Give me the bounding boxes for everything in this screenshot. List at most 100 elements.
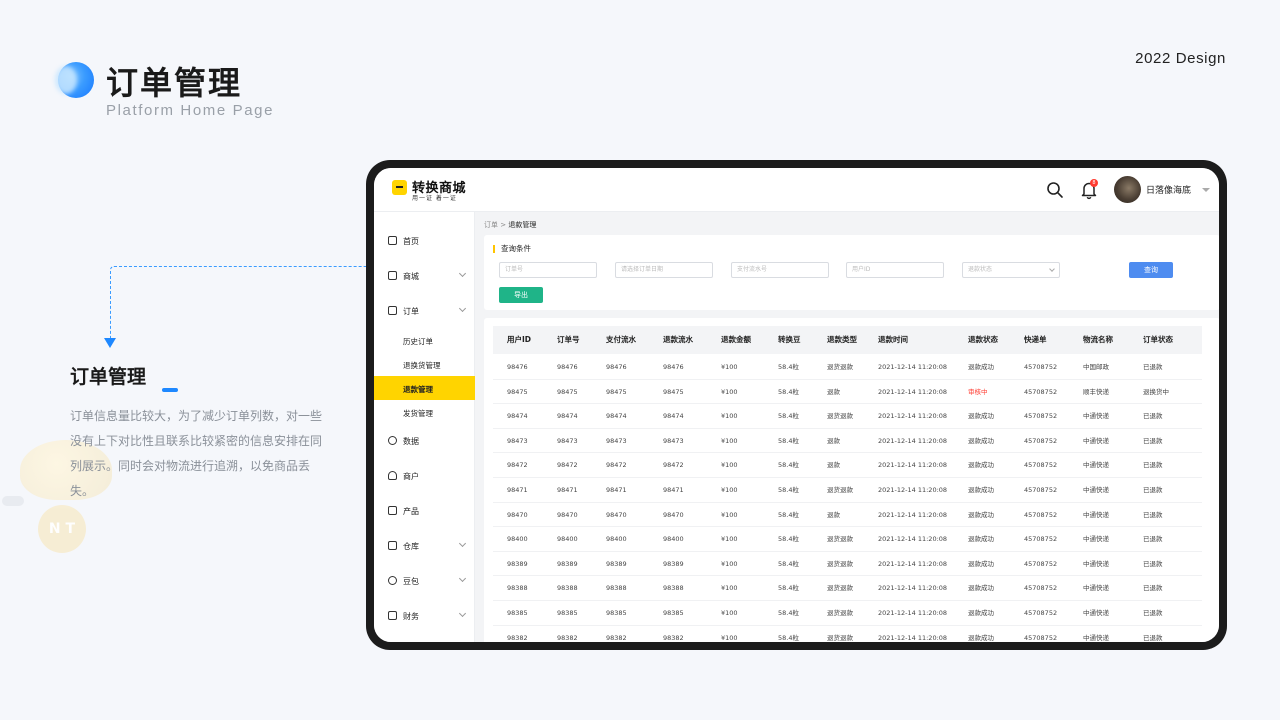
sidebar-item-label: 财务 bbox=[403, 612, 419, 621]
bean-icon bbox=[388, 576, 397, 585]
sidebar-subitem-shipping[interactable]: 发货管理 bbox=[374, 400, 475, 424]
cell-order-status: 已退款 bbox=[1143, 535, 1163, 544]
order-number-input[interactable]: 订单号 bbox=[499, 262, 597, 278]
cell-refund-time: 2021-12-14 11:20:08 bbox=[878, 609, 948, 617]
cell-payment-serial: 98400 bbox=[606, 535, 627, 544]
query-button[interactable]: 查询 bbox=[1129, 262, 1173, 278]
sidebar-item-warehouse[interactable]: 仓库 bbox=[374, 534, 475, 558]
cell-payment-serial: 98474 bbox=[606, 412, 627, 421]
cell-refund-status: 退款成功 bbox=[968, 609, 994, 617]
sidebar-subitem-returns[interactable]: 退换货管理 bbox=[374, 352, 475, 376]
chevron-down-icon[interactable] bbox=[1202, 188, 1210, 192]
cell-bean-amount: 58.4粒 bbox=[778, 535, 799, 544]
table-row[interactable]: 98470 98470 98470 98470 ¥100 58.4粒 退款 2021-12-1… bbox=[493, 503, 1202, 528]
logo-slogan: 用一证 着一证 bbox=[412, 195, 457, 202]
cell-order-number: 98385 bbox=[557, 609, 578, 617]
sidebar-item-orders[interactable]: 订单 bbox=[374, 299, 475, 323]
search-icon[interactable] bbox=[1046, 181, 1064, 199]
sidebar-item-merchant[interactable]: 商户 bbox=[374, 464, 475, 488]
table-row[interactable]: 98476 98476 98476 98476 ¥100 58.4粒 退货退款 2021-12… bbox=[493, 355, 1202, 380]
cell-refund-amount: ¥100 bbox=[721, 461, 738, 470]
finance-icon bbox=[388, 611, 397, 620]
table-row[interactable]: 98400 98400 98400 98400 ¥100 58.4粒 退货退款 2021-12… bbox=[493, 527, 1202, 552]
cell-refund-time: 2021-12-14 11:20:08 bbox=[878, 436, 948, 445]
column-header-carrier-name: 物流名称 bbox=[1083, 335, 1113, 344]
column-header-user-id: 用户ID bbox=[507, 335, 532, 344]
sidebar-subitem-label: 历史订单 bbox=[403, 337, 433, 346]
cell-refund-serial: 98473 bbox=[663, 436, 684, 445]
cell-refund-time: 2021-12-14 11:20:08 bbox=[878, 363, 948, 371]
cell-payment-serial: 98472 bbox=[606, 461, 627, 470]
table-header: 用户ID 订单号 支付流水 退款流水 退款金额 转换豆 退款类型 退款时间 退款状态 快递单 物流名… bbox=[493, 326, 1202, 354]
sidebar-subitem-refunds[interactable]: 退款管理 bbox=[374, 376, 475, 400]
filter-panel: 查询条件 订单号 请选择订单日期 支付流水号 用户ID 退款状态 查询 导出 bbox=[484, 235, 1219, 310]
cell-carrier-name: 中通快递 bbox=[1083, 609, 1109, 617]
payment-serial-input[interactable]: 支付流水号 bbox=[731, 262, 829, 278]
table-row[interactable]: 98388 98388 98388 98388 ¥100 58.4粒 退货退款 2021-12… bbox=[493, 576, 1202, 601]
merchant-icon bbox=[388, 471, 397, 480]
cell-user-id: 98471 bbox=[507, 486, 528, 494]
user-name[interactable]: 日落像海底 bbox=[1146, 183, 1191, 196]
cell-refund-type: 退款 bbox=[827, 387, 840, 396]
column-header-order-status: 订单状态 bbox=[1143, 335, 1173, 344]
section-description: 订单信息量比较大，为了减少订单列数，对一些没有上下对比性且联系比较紧密的信息安排… bbox=[70, 409, 323, 498]
cell-refund-status: 退款成功 bbox=[968, 486, 994, 494]
sidebar-item-data[interactable]: 数据 bbox=[374, 429, 475, 453]
coin-decoration: N T bbox=[38, 505, 86, 553]
cell-user-id: 98400 bbox=[507, 535, 528, 544]
cell-tracking-number: 45708752 bbox=[1024, 609, 1058, 617]
cell-refund-type: 退款 bbox=[827, 461, 840, 470]
refund-status-select[interactable]: 退款状态 bbox=[962, 262, 1060, 278]
sidebar-item-bean[interactable]: 豆包 bbox=[374, 569, 475, 593]
table-row[interactable]: 98389 98389 98389 98389 ¥100 58.4粒 退货退款 2021-12… bbox=[493, 552, 1202, 577]
cell-user-id: 98472 bbox=[507, 461, 528, 470]
breadcrumb-current: 退款管理 bbox=[508, 221, 537, 229]
table-row[interactable]: 98382 98382 98382 98382 ¥100 58.4粒 退货退款 2021-12… bbox=[493, 626, 1202, 642]
cell-tracking-number: 45708752 bbox=[1024, 633, 1058, 642]
column-header-order-number: 订单号 bbox=[557, 335, 580, 344]
cell-order-status: 已退款 bbox=[1143, 436, 1163, 445]
table-row[interactable]: 98474 98474 98474 98474 ¥100 58.4粒 退货退款 2021-12… bbox=[493, 404, 1202, 429]
cell-bean-amount: 58.4粒 bbox=[778, 559, 799, 568]
dashed-connector-line bbox=[110, 266, 366, 338]
cell-order-status: 退换货中 bbox=[1143, 387, 1169, 396]
chevron-down-icon bbox=[458, 539, 467, 548]
sidebar-item-finance[interactable]: 财务 bbox=[374, 604, 475, 628]
cell-order-number: 98473 bbox=[557, 436, 578, 445]
cell-carrier-name: 中通快递 bbox=[1083, 461, 1109, 470]
order-icon bbox=[388, 306, 397, 315]
table-row[interactable]: 98473 98473 98473 98473 ¥100 58.4粒 退款 2021-12-1… bbox=[493, 429, 1202, 454]
cell-refund-type: 退货退款 bbox=[827, 535, 853, 544]
cell-tracking-number: 45708752 bbox=[1024, 510, 1058, 519]
sidebar-item-product[interactable]: 产品 bbox=[374, 499, 475, 523]
user-id-input[interactable]: 用户ID bbox=[846, 262, 944, 278]
cell-refund-type: 退款 bbox=[827, 436, 840, 445]
breadcrumb-parent[interactable]: 订单 bbox=[484, 221, 498, 229]
cell-refund-amount: ¥100 bbox=[721, 363, 738, 371]
section-title: 订单管理 bbox=[70, 366, 147, 388]
table-row[interactable]: 98471 98471 98471 98471 ¥100 58.4粒 退货退款 2021-12… bbox=[493, 478, 1202, 503]
cell-refund-type: 退货退款 bbox=[827, 363, 853, 371]
cell-order-number: 98474 bbox=[557, 412, 578, 421]
cell-refund-status: 退款成功 bbox=[968, 535, 994, 544]
store-icon bbox=[388, 271, 397, 280]
column-header-refund-time: 退款时间 bbox=[878, 335, 908, 344]
cell-bean-amount: 58.4粒 bbox=[778, 510, 799, 519]
table-row[interactable]: 98475 98475 98475 98475 ¥100 58.4粒 退款 2021-12-1… bbox=[493, 380, 1202, 405]
cell-refund-serial: 98474 bbox=[663, 412, 684, 421]
order-date-picker[interactable]: 请选择订单日期 bbox=[615, 262, 713, 278]
cell-tracking-number: 45708752 bbox=[1024, 412, 1058, 421]
table-row[interactable]: 98385 98385 98385 98385 ¥100 58.4粒 退货退款 2021-12… bbox=[493, 601, 1202, 626]
cell-order-status: 已退款 bbox=[1143, 510, 1163, 519]
sidebar-item-label: 商城 bbox=[403, 272, 419, 281]
sidebar-subitem-history[interactable]: 历史订单 bbox=[374, 328, 475, 352]
avatar[interactable] bbox=[1114, 176, 1141, 203]
cell-payment-serial: 98389 bbox=[606, 559, 627, 568]
sidebar-item-home[interactable]: 首页 bbox=[374, 229, 475, 253]
cell-refund-amount: ¥100 bbox=[721, 436, 738, 445]
sidebar-item-store[interactable]: 商城 bbox=[374, 264, 475, 288]
export-button[interactable]: 导出 bbox=[499, 287, 543, 303]
cell-refund-serial: 98400 bbox=[663, 535, 684, 544]
cell-refund-type: 退货退款 bbox=[827, 486, 853, 494]
table-row[interactable]: 98472 98472 98472 98472 ¥100 58.4粒 退款 2021-12-1… bbox=[493, 453, 1202, 478]
